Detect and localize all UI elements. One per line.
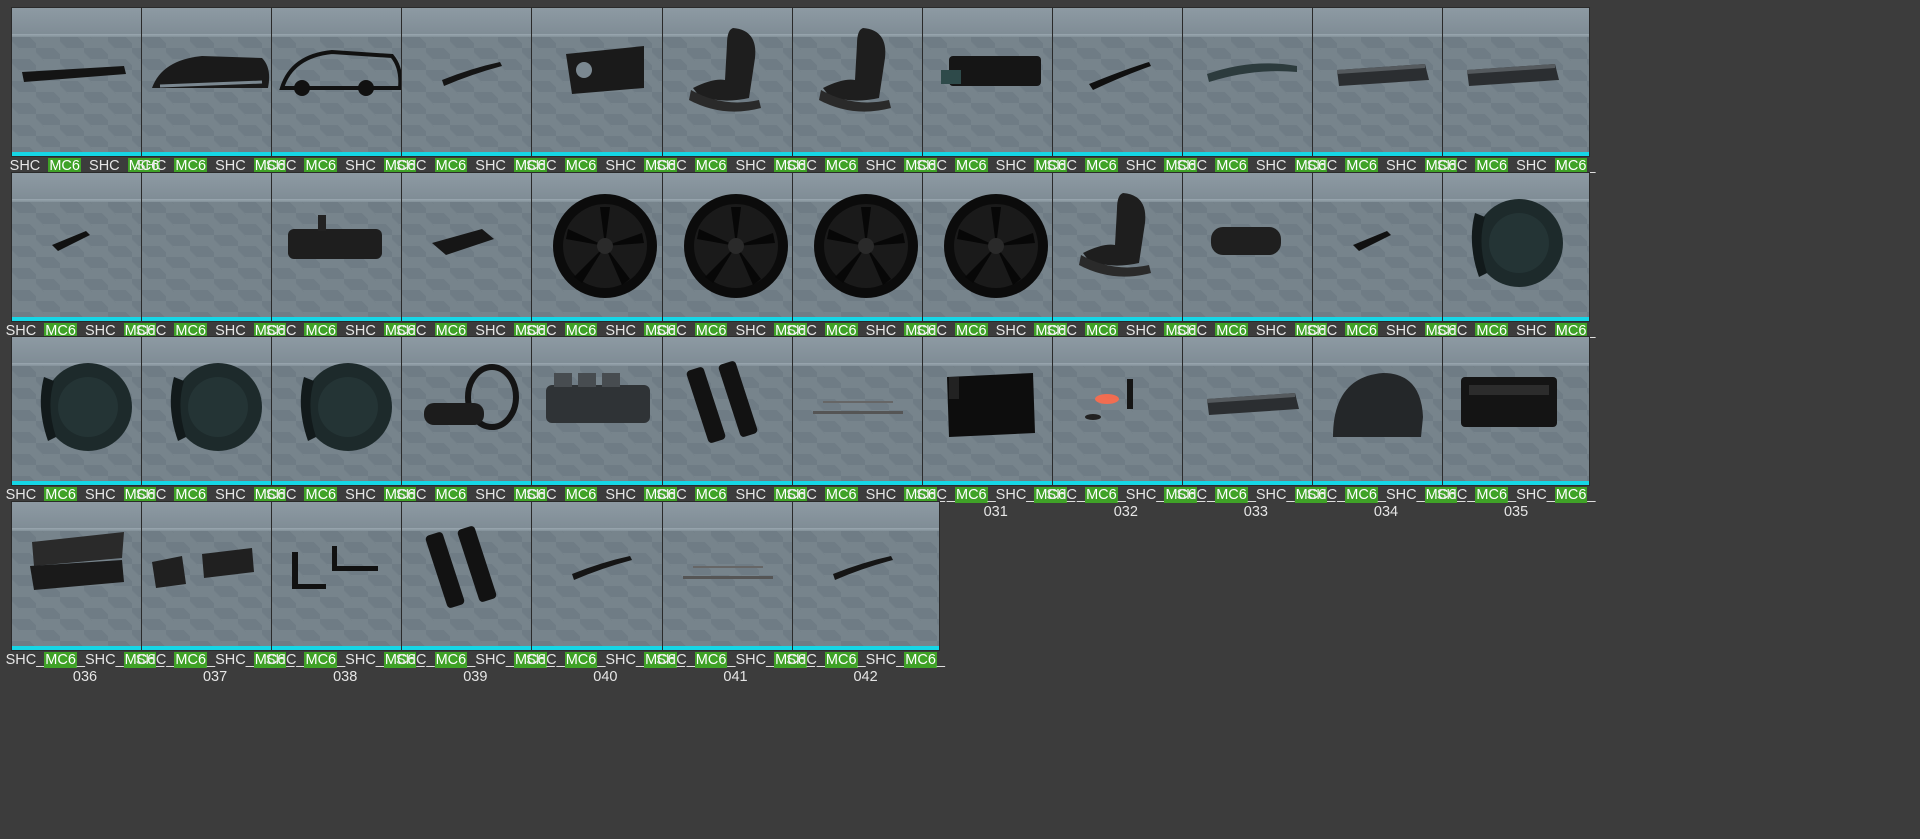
asset-tile[interactable]: SHC_MC6_SHC_MC6_ 042 [781, 494, 945, 689]
search-match-highlight: MC6 [174, 651, 208, 668]
asset-name-tail: _ [936, 651, 945, 668]
asset-name-prefix: SHC_ [786, 651, 825, 668]
asset-name-mid: _SHC_ [337, 651, 384, 668]
search-match-highlight: MC6 [954, 487, 988, 503]
asset-type-bar [1443, 152, 1590, 156]
asset-name-mid: _SHC_ [207, 651, 254, 668]
asset-name-tail: _ [1587, 487, 1596, 503]
search-match-highlight: MC6 [1215, 487, 1248, 503]
brake-disc-icon [1471, 198, 1564, 287]
asset-name-mid: _SHC_ [467, 651, 514, 668]
search-match-highlight: MC6 [1085, 487, 1118, 503]
asset-name-prefix: SHC_ [5, 651, 45, 668]
console-icon [1461, 377, 1558, 427]
asset-name-prefix: SHC_ [1046, 487, 1086, 503]
asset-thumbnail[interactable] [1443, 8, 1590, 156]
asset-type-bar [1443, 481, 1590, 485]
asset-thumbnail[interactable] [1443, 337, 1590, 485]
asset-thumbnail[interactable] [792, 501, 939, 650]
asset-index: 042 [853, 668, 878, 685]
search-match-highlight: MC6 [44, 651, 77, 668]
asset-name-mid: _SHC_ [1508, 487, 1555, 503]
asset-name-mid: _SHC_ [1117, 487, 1165, 503]
asset-name-line: SHC_MC6_SHC_MC6_ [786, 651, 945, 668]
search-match-highlight: MC6 [1554, 487, 1588, 503]
trim-strip-icon [832, 555, 893, 580]
search-match-highlight: MC6 [1345, 487, 1378, 503]
asset-label[interactable]: SHC_MC6_SHC_MC6_ 035 [1431, 487, 1601, 521]
asset-name-prefix: SHC_ [656, 651, 695, 668]
asset-name-prefix: SHC_ [526, 651, 565, 668]
asset-name-prefix: SHC_ [1436, 487, 1476, 503]
search-match-highlight: MC6 [694, 651, 728, 668]
floor-mat-icon [1467, 64, 1560, 86]
asset-grid: SHC_MC6_SHC_MC6SHC_MC6_SHC_MC6_001SHC_MC… [0, 0, 1920, 839]
search-match-highlight: MC6 [434, 651, 468, 668]
asset-name-mid: _SHC_ [1377, 487, 1425, 503]
asset-thumbnail[interactable] [1443, 172, 1590, 321]
asset-name-prefix: SHC_ [395, 651, 435, 668]
asset-name-prefix: SHC_ [1306, 487, 1346, 503]
search-match-highlight: MC6 [824, 651, 858, 668]
asset-name-mid: _SHC_ [1247, 487, 1295, 503]
asset-name-mid: _SHC_ [76, 651, 124, 668]
search-match-highlight: MC6 [904, 651, 937, 668]
asset-label[interactable]: SHC_MC6_SHC_MC6_ 042 [781, 651, 951, 686]
asset-index: 035 [1503, 504, 1529, 520]
asset-name-line: SHC_MC6_SHC_MC6_ [1436, 487, 1596, 503]
asset-name-prefix: SHC_ [135, 651, 175, 668]
search-match-highlight: MC6 [564, 651, 598, 668]
asset-name-prefix: SHC_ [1176, 487, 1216, 503]
asset-name-mid: _SHC_ [987, 487, 1035, 503]
asset-name-prefix: SHC_ [265, 651, 305, 668]
search-match-highlight: MC6 [304, 651, 338, 668]
asset-name-mid: _SHC_ [857, 651, 905, 668]
asset-name-mid: _SHC_ [597, 651, 645, 668]
asset-name-mid: _SHC_ [727, 651, 775, 668]
asset-type-bar [1443, 316, 1590, 321]
asset-type-bar [792, 645, 939, 650]
search-match-highlight: MC6 [1475, 487, 1509, 503]
asset-tile[interactable]: SHC_MC6_SHC_MC6_ 035 [1431, 329, 1595, 524]
